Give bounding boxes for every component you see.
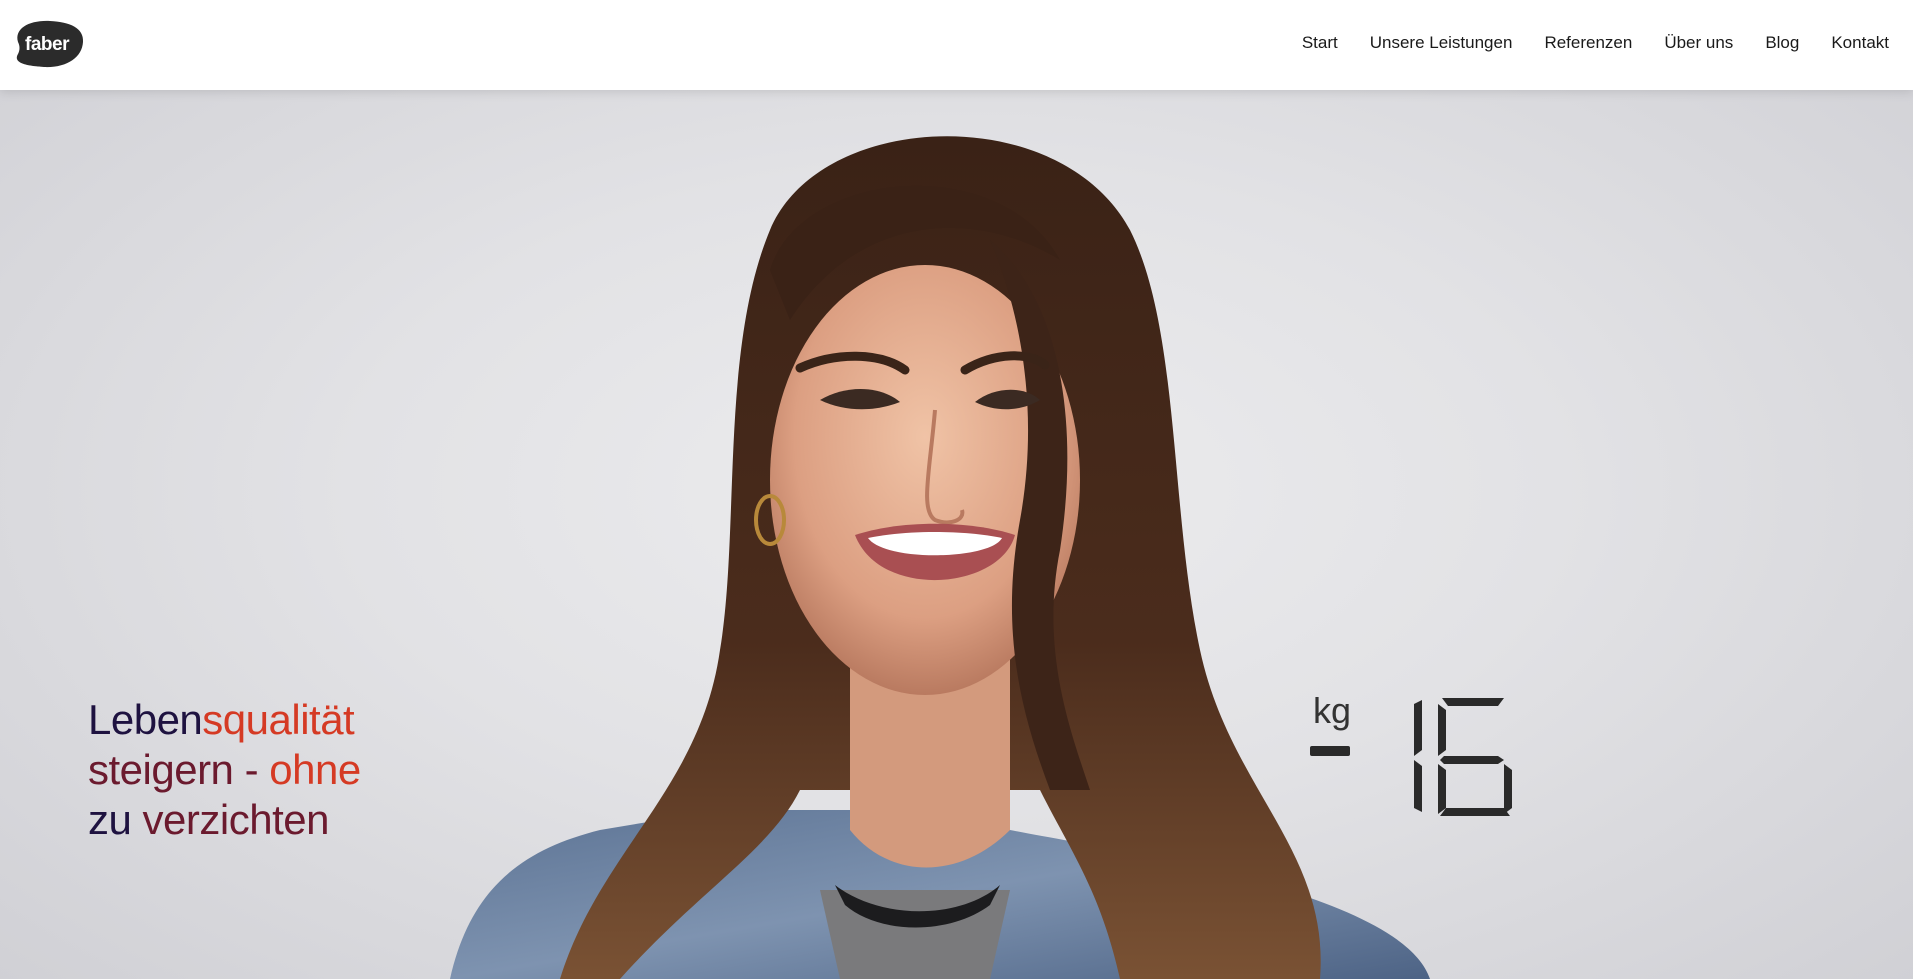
headline-line-3: zu verzichten — [88, 796, 329, 843]
main-nav: Start Unsere Leistungen Referenzen Über … — [1270, 0, 1889, 86]
weight-unit: kg — [1313, 690, 1352, 731]
faber-logo[interactable]: faber — [8, 18, 86, 70]
weight-value-seven-segment: 16 — [1400, 690, 1512, 816]
nav-item-referenzen[interactable]: Referenzen — [1544, 33, 1632, 53]
site-header: faber Start Unsere Leistungen Referenzen… — [0, 0, 1913, 90]
nav-item-leistungen[interactable]: Unsere Leistungen — [1370, 33, 1513, 53]
hero-headline: Lebensqualität steigern - ohne zu verzic… — [88, 695, 361, 845]
weight-minus-sign — [1310, 746, 1350, 756]
headline-line-1: Lebensqualität — [88, 696, 355, 743]
nav-item-blog[interactable]: Blog — [1765, 33, 1799, 53]
hero-woman-image — [450, 136, 1430, 979]
nav-item-start[interactable]: Start — [1302, 33, 1338, 53]
weight-display: kg 16 — [1310, 690, 1530, 830]
nav-item-ueber-uns[interactable]: Über uns — [1664, 33, 1733, 53]
logo-text: faber — [25, 34, 69, 55]
weight-value-text: 16 — [1400, 690, 1402, 691]
headline-line-2: steigern - ohne — [88, 746, 361, 793]
hero-section: Lebensqualität steigern - ohne zu verzic… — [0, 90, 1913, 979]
nav-item-kontakt[interactable]: Kontakt — [1831, 33, 1889, 53]
